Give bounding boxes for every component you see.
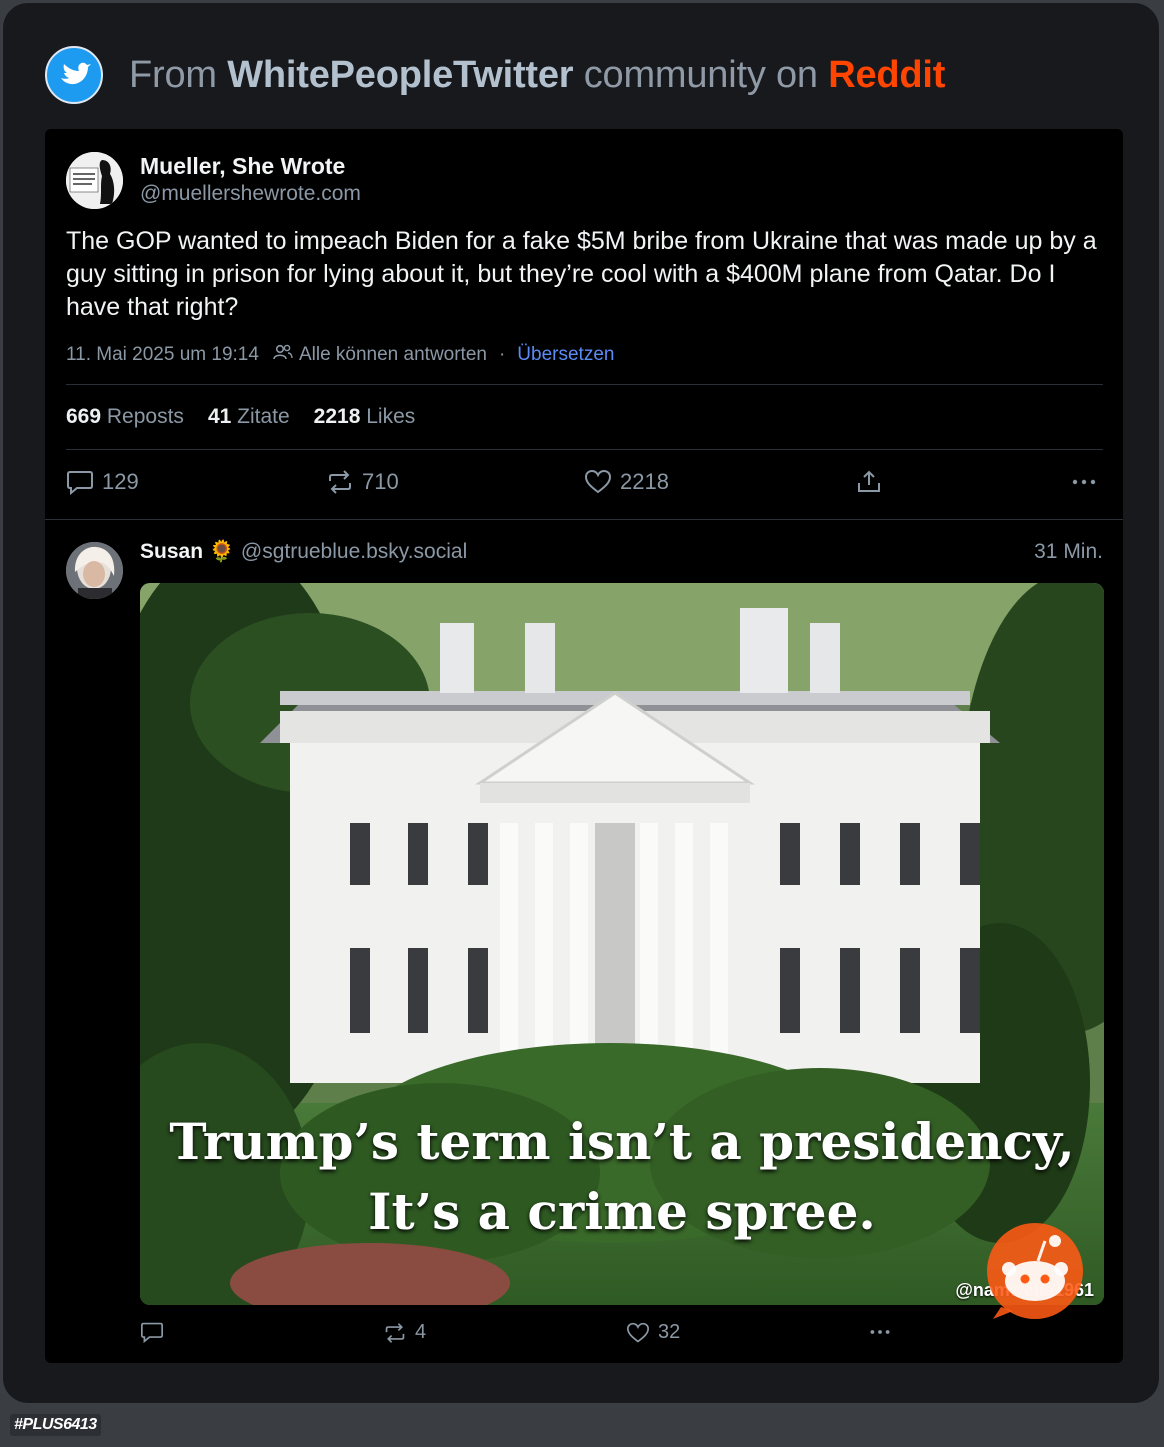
caption-line-1: Trump’s term isn’t a presidency,	[169, 1112, 1075, 1171]
author-name[interactable]: Mueller, She Wrote	[140, 153, 345, 180]
reply-timestamp[interactable]: 31 Min.	[1034, 540, 1103, 564]
platform-name[interactable]: Reddit	[828, 54, 945, 96]
repost-button[interactable]: 710	[326, 469, 399, 495]
repost-count: 710	[362, 469, 399, 494]
like-button[interactable]: 2218	[584, 469, 669, 495]
heart-icon	[626, 1322, 650, 1343]
quotes-stat[interactable]: 41 Zitate	[208, 405, 290, 429]
share-button[interactable]	[856, 469, 882, 495]
image-caption: Trump’s term isn’t a presidency, It’s a …	[140, 1107, 1104, 1247]
reply-author-avatar[interactable]	[66, 542, 123, 599]
reposts-label: Reposts	[106, 405, 184, 428]
reply-repost-count: 4	[415, 1321, 427, 1343]
post-actions: 129 710 2218	[66, 469, 1106, 503]
meta-separator: ·	[498, 344, 506, 365]
quotes-label: Zitate	[237, 405, 290, 428]
reply-like-button[interactable]: 32	[626, 1321, 680, 1344]
reply-reply-button[interactable]	[140, 1321, 164, 1343]
more-options-button[interactable]	[1071, 469, 1097, 495]
likes-label: Likes	[366, 405, 416, 428]
repost-icon	[329, 470, 351, 494]
page-footer: #PLUS6413	[0, 1406, 1164, 1447]
reply-setting[interactable]: Alle können antworten	[299, 344, 487, 366]
bluesky-post: Mueller, She Wrote @muellershewrote.com …	[45, 129, 1123, 1363]
translate-link[interactable]: Übersetzen	[517, 344, 614, 366]
like-count: 2218	[620, 469, 669, 494]
more-icon	[1072, 479, 1096, 485]
repost-icon	[385, 1322, 405, 1343]
share-icon	[858, 470, 880, 492]
comment-icon	[67, 471, 93, 495]
embed-card: From WhitePeopleTwitter community on Red…	[2, 2, 1160, 1404]
caption-line-2: It’s a crime spree.	[368, 1182, 876, 1241]
reply-more-button[interactable]	[868, 1321, 892, 1343]
reply-image[interactable]: Trump’s term isn’t a presidency, It’s a …	[140, 583, 1104, 1305]
likes-stat[interactable]: 2218 Likes	[314, 405, 416, 429]
post-text: The GOP wanted to impeach Biden for a fa…	[66, 227, 1097, 321]
community-name[interactable]: WhitePeopleTwitter	[227, 54, 573, 96]
reply-author-handle[interactable]: @sgtrueblue.bsky.social	[241, 540, 467, 563]
author-handle[interactable]: @muellershewrote.com	[140, 182, 361, 206]
post-stats: 669 Reposts 41 Zitate 2218 Likes	[66, 405, 415, 429]
source-header: From WhitePeopleTwitter community on Red…	[45, 45, 945, 105]
author-avatar[interactable]	[66, 152, 123, 209]
people-icon	[273, 343, 293, 367]
divider	[66, 449, 1103, 450]
divider	[45, 519, 1123, 520]
divider	[66, 384, 1103, 385]
site-logo[interactable]: #PLUS6413	[10, 1414, 101, 1436]
reply-like-count: 32	[658, 1321, 681, 1343]
reposts-count: 669	[66, 405, 102, 428]
reply-count: 129	[102, 469, 139, 494]
reply-author-name[interactable]: Susan	[140, 540, 203, 563]
reposts-stat[interactable]: 669 Reposts	[66, 405, 184, 429]
reply-button[interactable]: 129	[66, 469, 139, 495]
likes-count: 2218	[313, 405, 361, 428]
source-prefix: From	[129, 53, 228, 96]
comment-icon	[141, 1322, 163, 1343]
twitter-bird-icon	[45, 46, 103, 104]
reply-actions: 4 32	[140, 1321, 1104, 1351]
quotes-count: 41	[207, 405, 232, 428]
source-middle: community on	[573, 53, 829, 96]
more-icon	[870, 1330, 890, 1334]
post-date[interactable]: 11. Mai 2025 um 19:14	[66, 344, 259, 366]
source-title: From WhitePeopleTwitter community on Red…	[129, 54, 945, 97]
post-meta: 11. Mai 2025 um 19:14 Alle können antwor…	[66, 343, 614, 367]
reddit-snoo-icon	[987, 1223, 1083, 1319]
heart-icon	[584, 469, 612, 494]
sunflower-emoji: 🌻	[208, 540, 236, 563]
reply-header: Susan 🌻 @sgtrueblue.bsky.social	[140, 540, 467, 564]
reply-repost-button[interactable]: 4	[383, 1321, 426, 1344]
